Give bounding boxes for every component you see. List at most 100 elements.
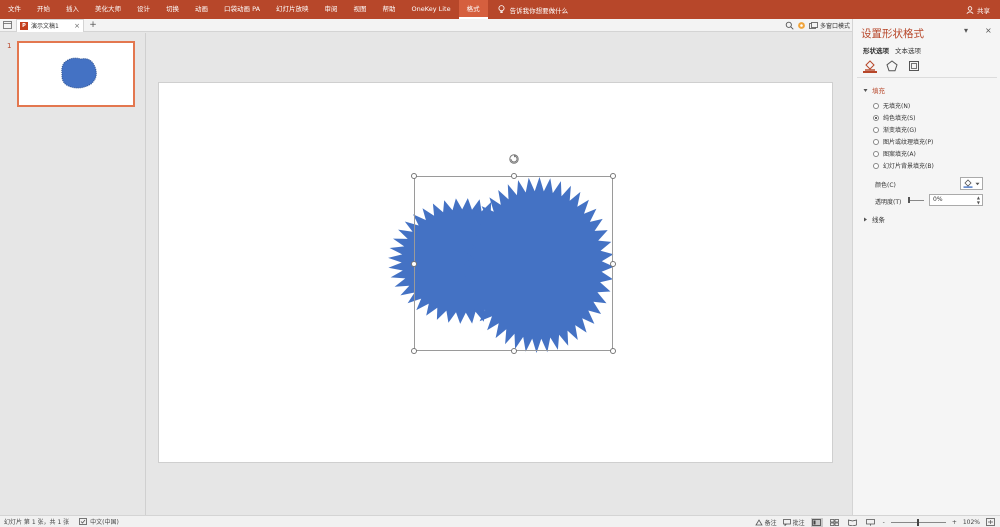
radio-button[interactable] — [873, 102, 879, 109]
slide-editing-area — [147, 33, 852, 515]
line-section-header[interactable]: 线条 — [863, 214, 885, 224]
settings-gear-icon[interactable] — [797, 21, 806, 30]
resize-handle-top[interactable] — [511, 173, 517, 179]
expanded-triangle-icon — [863, 88, 868, 92]
resize-handle-right[interactable] — [610, 261, 616, 267]
collapsed-triangle-icon — [864, 217, 867, 221]
language-label[interactable]: 中文(中国) — [90, 517, 119, 526]
fill-option-2[interactable]: 渐变填充(G) — [873, 125, 916, 134]
radio-button[interactable] — [873, 138, 879, 145]
ribbon-tab-bar: 文件 开始 插入 美化大师 设计 切换 动画 口袋动画 PA 幻灯片放映 审阅 … — [0, 0, 1000, 19]
multi-window-label: 多窗口模式 — [819, 23, 850, 30]
tell-me-search[interactable]: 告诉我你想要做什么 — [488, 5, 568, 15]
tab-shape-options[interactable]: 形状选项 — [863, 45, 889, 55]
tab-onekey-lite[interactable]: OneKey Lite — [404, 0, 459, 19]
radio-button[interactable] — [873, 126, 879, 133]
tab-file[interactable]: 文件 — [0, 0, 29, 19]
zoom-slider[interactable] — [890, 518, 946, 526]
fill-color-button[interactable] — [960, 177, 983, 190]
transparency-value: 0% — [933, 196, 943, 203]
comments-button[interactable]: 批注 — [782, 518, 805, 527]
fill-line-icon[interactable] — [863, 59, 877, 73]
pane-subtabs: 形状选项 文本选项 — [863, 45, 921, 55]
normal-view-icon — [812, 518, 822, 526]
radio-button[interactable] — [873, 162, 879, 169]
resize-handle-bottom-right[interactable] — [610, 348, 616, 354]
slide-number: 1 — [7, 42, 12, 50]
radio-button[interactable] — [873, 150, 879, 157]
slide-sorter-icon — [830, 518, 839, 526]
pane-title: 设置形状格式 — [861, 28, 924, 40]
share-button[interactable]: 共享 — [966, 0, 990, 19]
notes-button[interactable]: 备注 — [754, 518, 777, 527]
zoom-level[interactable]: 102% — [963, 519, 980, 526]
fill-option-label: 图片或纹理填充(P) — [883, 139, 934, 146]
resize-handle-top-right[interactable] — [610, 173, 616, 179]
thumbnail-shape — [61, 57, 97, 89]
fill-option-5[interactable]: 幻灯片背景填充(B) — [873, 161, 934, 170]
fit-to-window-icon[interactable] — [986, 518, 995, 526]
resize-handle-left[interactable] — [411, 261, 417, 267]
slide-thumbnail[interactable] — [17, 41, 135, 107]
pane-close-button[interactable]: × — [985, 26, 992, 35]
resize-handle-bottom[interactable] — [511, 348, 517, 354]
window-menu-icon[interactable] — [0, 19, 14, 32]
zoom-out-button[interactable]: - — [883, 519, 885, 526]
tab-beautify[interactable]: 美化大师 — [87, 0, 129, 19]
pane-options-dropdown[interactable]: ▾ — [964, 26, 968, 35]
tab-format[interactable]: 格式 — [458, 0, 488, 19]
spin-arrows-icon[interactable]: ▲ ▼ — [977, 195, 980, 205]
effects-pentagon-icon[interactable] — [885, 59, 899, 73]
chevron-down-icon — [975, 182, 980, 185]
powerpoint-icon: P — [20, 21, 28, 30]
fill-option-1[interactable]: 纯色填充(S) — [873, 113, 916, 122]
zoom-in-button[interactable]: + — [952, 519, 957, 526]
new-tab-button[interactable]: + — [87, 20, 99, 30]
reading-view-button[interactable] — [847, 518, 859, 527]
transparency-spinbox[interactable]: 0% ▲ ▼ — [929, 194, 983, 206]
size-properties-icon[interactable] — [907, 59, 921, 73]
multi-window-button[interactable]: 多窗口模式 — [809, 21, 850, 30]
tab-slideshow[interactable]: 幻灯片放映 — [268, 0, 317, 19]
proofing-icon[interactable] — [79, 518, 88, 525]
close-tab-icon[interactable]: × — [74, 22, 80, 30]
tab-help[interactable]: 帮助 — [375, 0, 404, 19]
transparency-slider[interactable] — [908, 200, 924, 201]
tab-animations[interactable]: 动画 — [187, 0, 216, 19]
tab-text-options[interactable]: 文本选项 — [895, 45, 921, 55]
document-tab[interactable]: P 演示文稿1 × — [16, 18, 84, 32]
radio-button[interactable] — [873, 114, 879, 121]
tab-insert[interactable]: 插入 — [58, 0, 87, 19]
fill-option-label: 幻灯片背景填充(B) — [883, 163, 934, 170]
fill-section-header[interactable]: 填充 — [863, 85, 885, 95]
format-shape-pane: 设置形状格式 ▾ × 形状选项 文本选项 填充 无填充(N) 纯色填充(S) 渐变填… — [852, 19, 1000, 515]
tab-transitions[interactable]: 切换 — [158, 0, 187, 19]
slideshow-button[interactable] — [865, 518, 877, 527]
normal-view-button[interactable] — [810, 517, 823, 527]
shape-selection-box[interactable] — [411, 173, 616, 354]
fill-option-3[interactable]: 图片或纹理填充(P) — [873, 137, 933, 146]
notes-icon — [754, 518, 763, 525]
fill-option-label: 渐变填充(G) — [883, 127, 917, 134]
resize-handle-bottom-left[interactable] — [411, 348, 417, 354]
tab-home[interactable]: 开始 — [29, 0, 58, 19]
zoom-slider-thumb[interactable] — [917, 518, 920, 526]
find-icon[interactable] — [785, 21, 794, 30]
fill-option-4[interactable]: 图案填充(A) — [873, 149, 916, 158]
tab-pocket-animation[interactable]: 口袋动画 PA — [216, 0, 268, 19]
status-bar: 幻灯片 第 1 张，共 1 张 中文(中国) 备注 批注 - + 102% — [0, 515, 1000, 527]
paint-bucket-icon — [963, 179, 973, 188]
comment-icon — [782, 518, 791, 526]
slide-sorter-button[interactable] — [829, 518, 841, 527]
tab-review[interactable]: 审阅 — [317, 0, 346, 19]
fill-option-label: 纯色填充(S) — [883, 115, 916, 122]
pane-category-icons — [863, 59, 921, 73]
resize-handle-top-left[interactable] — [411, 173, 417, 179]
tab-design[interactable]: 设计 — [129, 0, 158, 19]
tab-view[interactable]: 视图 — [346, 0, 375, 19]
fill-option-0[interactable]: 无填充(N) — [873, 101, 910, 110]
slide-thumbnail-pane: 1 — [0, 33, 146, 515]
comments-label: 批注 — [792, 519, 805, 527]
transparency-slider-thumb[interactable] — [908, 197, 910, 203]
rotate-handle-icon[interactable] — [508, 153, 520, 165]
